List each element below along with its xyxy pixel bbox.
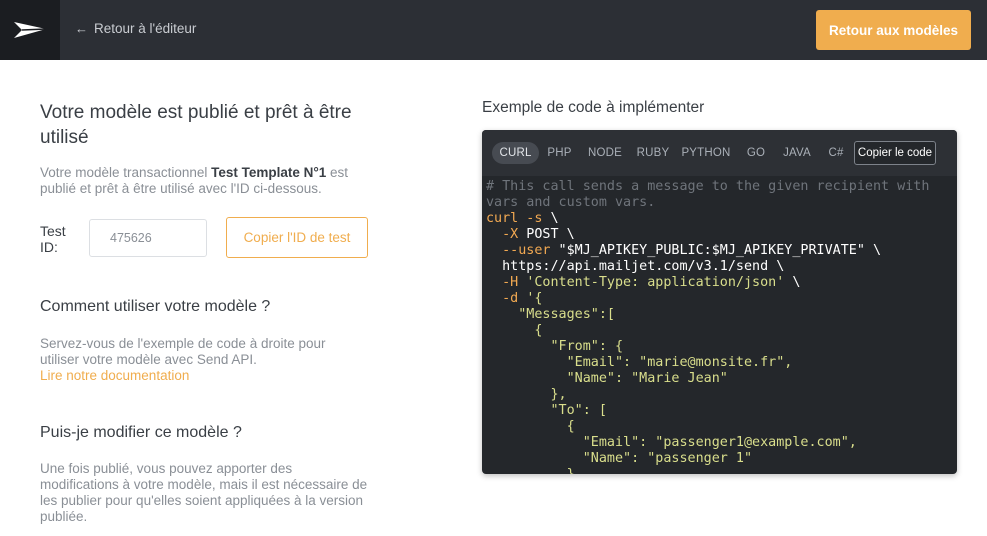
code-token: \: [784, 275, 801, 290]
code-token: '{: [526, 291, 543, 306]
code-token: -X: [502, 227, 519, 242]
test-id-field[interactable]: 475626: [89, 219, 207, 257]
code-line: }: [486, 467, 956, 474]
code-token: vars and custom vars.: [486, 195, 656, 210]
arrow-left-icon: ←: [75, 21, 88, 36]
code-token: "Email": "marie@monsite.fr",: [486, 355, 793, 370]
copy-code-button[interactable]: Copier le code: [854, 141, 936, 165]
copy-test-id-button[interactable]: Copier l'ID de test: [226, 217, 368, 258]
tab-curl[interactable]: CURL: [492, 142, 539, 164]
how-to-use-description: Servez-vous de l'exemple de code à droit…: [40, 336, 326, 367]
top-bar: ← Retour à l'éditeur Retour aux modèles: [0, 0, 987, 60]
modify-heading: Puis-je modifier ce modèle ?: [40, 424, 242, 441]
page-title: Votre modèle est publié et prêt à être u…: [40, 102, 352, 148]
how-to-use-heading: Comment utiliser votre modèle ?: [40, 298, 271, 315]
code-block: # This call sends a message to the given…: [486, 179, 956, 474]
how-to-use-text: Servez-vous de l'exemple de code à droit…: [40, 336, 350, 384]
tab-php[interactable]: PHP: [542, 142, 577, 164]
back-to-editor-label: Retour à l'éditeur: [94, 21, 197, 36]
template-name: Test Template N°1: [211, 165, 327, 180]
test-id-label: Test ID:: [40, 223, 66, 255]
code-token: }: [486, 467, 575, 474]
code-token: "Messages":[: [486, 307, 615, 322]
tab-ruby[interactable]: RUBY: [633, 142, 673, 164]
code-token: "From": {: [486, 339, 624, 354]
modify-text: Une fois publié, vous pouvez apporter de…: [40, 461, 368, 524]
code-panel: CURL PHP NODE RUBY PYTHON GO JAVA C# Cop…: [482, 130, 957, 474]
code-line: "To": [: [486, 403, 956, 419]
code-token: \: [542, 211, 559, 226]
language-tabs: CURL PHP NODE RUBY PYTHON GO JAVA C# Cop…: [482, 130, 957, 176]
code-token: 'Content-Type: application/json': [526, 275, 785, 290]
code-token: curl -s: [486, 211, 543, 226]
logo[interactable]: [0, 0, 60, 60]
code-line: },: [486, 387, 956, 403]
code-line: {: [486, 323, 956, 339]
code-token: POST \: [518, 227, 575, 242]
code-line: https://api.mailjet.com/v3.1/send \: [486, 259, 956, 275]
code-line: # This call sends a message to the given…: [486, 179, 956, 195]
publish-description: Votre modèle transactionnel Test Templat…: [40, 165, 370, 197]
code-line: -H 'Content-Type: application/json' \: [486, 275, 956, 291]
code-token: "Name": "passenger 1": [486, 451, 753, 466]
code-token: "$MJ_APIKEY_PUBLIC:$MJ_APIKEY_PRIVATE" \: [550, 243, 882, 258]
code-line: --user "$MJ_APIKEY_PUBLIC:$MJ_APIKEY_PRI…: [486, 243, 956, 259]
code-line: "From": {: [486, 339, 956, 355]
code-token: "Email": "passenger1@example.com",: [486, 435, 857, 450]
documentation-link[interactable]: Lire notre documentation: [40, 368, 189, 383]
code-token: {: [486, 419, 575, 434]
code-token: -H: [502, 275, 519, 290]
tab-python[interactable]: PYTHON: [680, 142, 732, 164]
tab-csharp[interactable]: C#: [824, 142, 848, 164]
code-token: "Name": "Marie Jean": [486, 371, 728, 386]
code-line: -d '{: [486, 291, 956, 307]
back-to-templates-button[interactable]: Retour aux modèles: [816, 10, 971, 50]
code-line: "Email": "marie@monsite.fr",: [486, 355, 956, 371]
code-line: "Email": "passenger1@example.com",: [486, 435, 956, 451]
code-line: "Messages":[: [486, 307, 956, 323]
publish-description-prefix: Votre modèle transactionnel: [40, 165, 212, 180]
code-token: https://api.mailjet.com/v3.1/send \: [486, 259, 785, 274]
code-token: # This call sends a message to the given…: [486, 179, 930, 194]
code-token: {: [486, 323, 543, 338]
code-line: vars and custom vars.: [486, 195, 956, 211]
code-line: curl -s \: [486, 211, 956, 227]
code-line: "Name": "Marie Jean": [486, 371, 956, 387]
code-token: -d: [502, 291, 519, 306]
code-line: -X POST \: [486, 227, 956, 243]
tab-go[interactable]: GO: [743, 142, 769, 164]
code-token: },: [486, 387, 567, 402]
tab-node[interactable]: NODE: [584, 142, 626, 164]
back-to-editor-link[interactable]: ← Retour à l'éditeur: [75, 21, 196, 36]
code-example-title: Exemple de code à implémenter: [482, 99, 705, 116]
code-line: "Name": "passenger 1": [486, 451, 956, 467]
tab-java[interactable]: JAVA: [779, 142, 815, 164]
paper-plane-icon: [14, 22, 47, 38]
code-line: {: [486, 419, 956, 435]
code-token: "To": [: [486, 403, 607, 418]
code-token: --user: [502, 243, 551, 258]
